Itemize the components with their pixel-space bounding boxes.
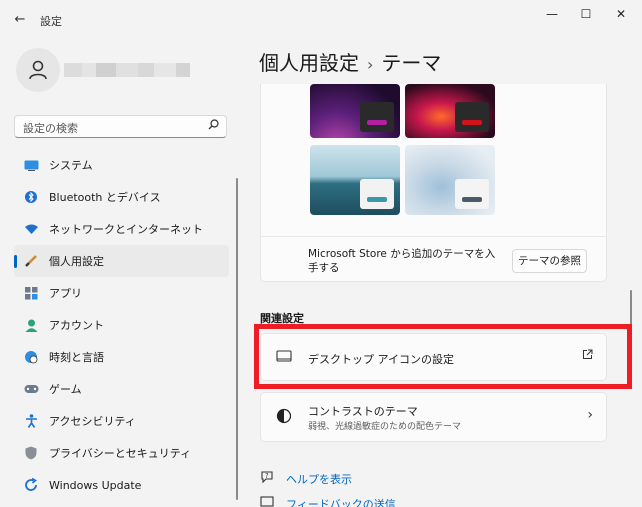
sidebar-item-label: ネットワークとインターネット	[49, 223, 203, 236]
gamepad-icon	[22, 382, 40, 396]
wifi-icon	[22, 222, 40, 236]
search-placeholder: 設定の検索	[23, 122, 78, 135]
feedback-icon	[260, 495, 276, 507]
sidebar-item-bluetooth[interactable]: Bluetooth とデバイス	[14, 181, 229, 213]
feedback-link[interactable]: フィードバックの送信	[260, 495, 396, 507]
sidebar-nav: システム Bluetooth とデバイス ネットワークとインターネット 個人用設…	[14, 149, 229, 501]
theme-preview-window	[360, 179, 394, 209]
sidebar-item-label: アカウント	[49, 319, 104, 332]
theme-thumbnail-flow[interactable]	[405, 84, 495, 138]
app-title: 設定	[40, 15, 62, 28]
theme-preview-window	[455, 102, 489, 132]
apps-icon	[22, 286, 40, 300]
theme-preview-window	[455, 179, 489, 209]
sidebar-item-privacy[interactable]: プライバシーとセキュリティ	[14, 437, 229, 469]
breadcrumb-current: テーマ	[381, 51, 442, 75]
chevron-right-icon: ›	[587, 407, 593, 423]
theme-thumbnail-glow[interactable]	[310, 84, 400, 138]
search-icon[interactable]	[208, 119, 219, 133]
close-button[interactable]: ✕	[606, 4, 636, 24]
sidebar-item-label: Windows Update	[49, 478, 142, 492]
theme-accent-bar	[367, 120, 387, 125]
sidebar-item-network[interactable]: ネットワークとインターネット	[14, 213, 229, 245]
account-icon	[22, 318, 40, 332]
store-themes-text: Microsoft Store から追加のテーマを入手する	[308, 248, 496, 274]
divider	[261, 236, 606, 237]
person-icon	[29, 60, 47, 80]
theme-accent-bar	[462, 197, 482, 202]
back-button[interactable]: ←	[10, 10, 30, 30]
sidebar-item-system[interactable]: システム	[14, 149, 229, 181]
accessibility-icon	[22, 414, 40, 428]
bluetooth-icon	[22, 190, 40, 204]
contrast-icon	[275, 407, 293, 425]
theme-accent-bar	[462, 120, 482, 125]
search-input[interactable]: 設定の検索	[14, 115, 227, 138]
sidebar-item-gaming[interactable]: ゲーム	[14, 373, 229, 405]
sidebar-item-time-language[interactable]: 時刻と言語	[14, 341, 229, 373]
sidebar-item-personalization[interactable]: 個人用設定	[14, 245, 229, 277]
contrast-themes-label: コントラストのテーマ	[308, 405, 418, 418]
sidebar-item-label: プライバシーとセキュリティ	[49, 447, 192, 460]
help-icon: ?	[260, 470, 276, 487]
theme-thumbnail-lake[interactable]	[310, 145, 400, 215]
page-title: 個人用設定 › テーマ	[259, 47, 441, 76]
help-link[interactable]: ? ヘルプを表示	[260, 470, 352, 487]
user-name-blurred	[64, 56, 190, 84]
sidebar-item-label: システム	[49, 159, 93, 172]
browse-themes-button[interactable]: テーマの参照	[512, 249, 587, 273]
help-link-label: ヘルプを表示	[286, 472, 352, 486]
sidebar-item-accessibility[interactable]: アクセシビリティ	[14, 405, 229, 437]
theme-accent-bar	[367, 197, 387, 202]
avatar[interactable]	[16, 48, 60, 92]
sidebar-scrollbar[interactable]	[236, 178, 238, 500]
sidebar-item-windows-update[interactable]: Windows Update	[14, 469, 229, 501]
theme-thumbnail-bloom-light[interactable]	[405, 145, 495, 215]
sidebar-item-accounts[interactable]: アカウント	[14, 309, 229, 341]
maximize-button[interactable]: ☐	[571, 4, 601, 24]
sidebar-item-apps[interactable]: アプリ	[14, 277, 229, 309]
brush-icon	[22, 254, 40, 268]
globe-clock-icon	[22, 350, 40, 364]
breadcrumb-separator: ›	[367, 55, 374, 74]
highlight-box	[254, 324, 632, 389]
sidebar-item-label: ゲーム	[49, 383, 82, 396]
sidebar-item-label: 個人用設定	[49, 255, 104, 268]
update-icon	[22, 478, 40, 492]
sidebar-item-label: アプリ	[49, 287, 82, 300]
contrast-themes-sublabel: 弱視、光線過敏症のための配色テーマ	[308, 422, 462, 432]
svg-text:?: ?	[265, 472, 269, 480]
shield-icon	[22, 446, 40, 460]
sidebar-item-label: 時刻と言語	[49, 351, 104, 364]
title-bar: ← 設定 — ☐ ✕	[0, 0, 642, 38]
theme-preview-window	[360, 102, 394, 132]
sidebar-item-label: アクセシビリティ	[49, 415, 136, 428]
theme-gallery-card: Microsoft Store から追加のテーマを入手する テーマの参照	[260, 84, 607, 282]
breadcrumb-parent[interactable]: 個人用設定	[259, 51, 359, 75]
contrast-themes-item[interactable]: コントラストのテーマ 弱視、光線過敏症のための配色テーマ ›	[260, 392, 607, 442]
sidebar-item-label: Bluetooth とデバイス	[49, 191, 161, 204]
feedback-link-label: フィードバックの送信	[286, 497, 396, 507]
minimize-button[interactable]: —	[537, 4, 567, 24]
system-icon	[22, 158, 40, 172]
